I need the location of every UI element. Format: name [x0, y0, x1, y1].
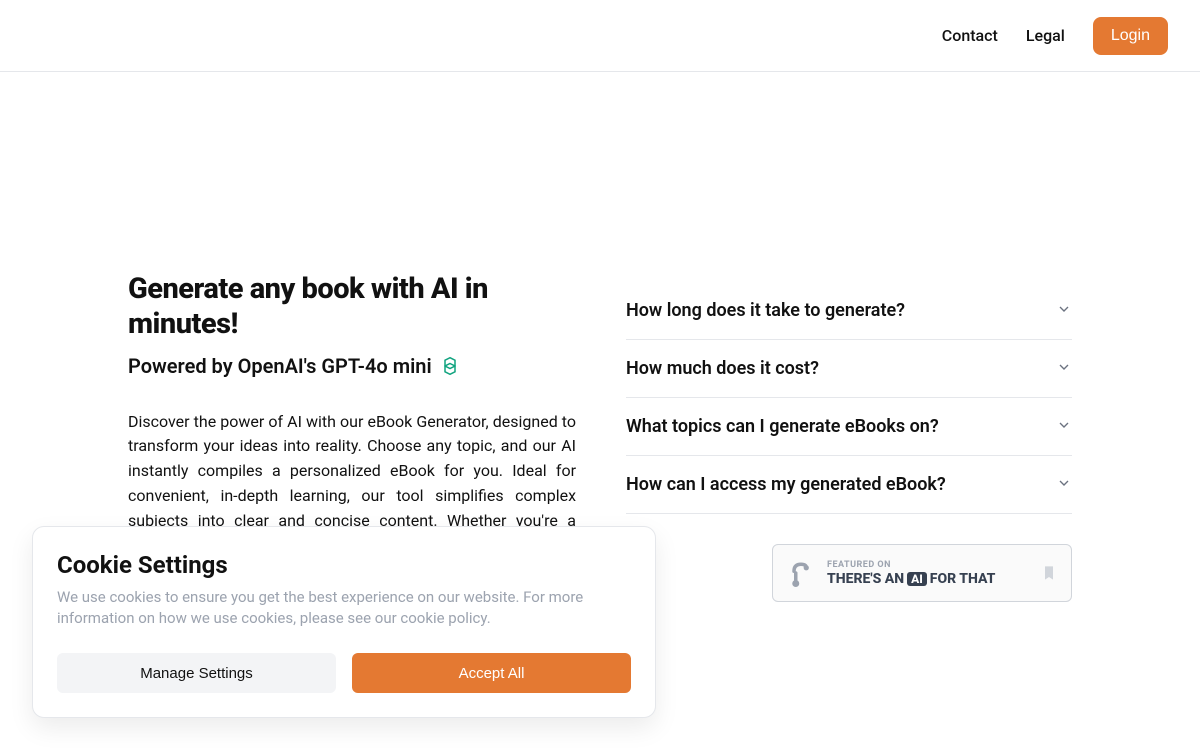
faq-item-1[interactable]: How much does it cost?: [626, 340, 1072, 398]
faq-item-0[interactable]: How long does it take to generate?: [626, 282, 1072, 340]
chevron-down-icon: [1056, 359, 1072, 379]
bookmark-icon: [1041, 563, 1057, 583]
nav-contact[interactable]: Contact: [942, 26, 998, 45]
featured-ai-box: AI: [907, 572, 927, 586]
cookie-title: Cookie Settings: [57, 551, 631, 579]
faq-item-2[interactable]: What topics can I generate eBooks on?: [626, 398, 1072, 456]
cookie-buttons: Manage Settings Accept All: [57, 653, 631, 693]
faq-question: How long does it take to generate?: [626, 300, 905, 321]
faq-column: How long does it take to generate? How m…: [626, 272, 1072, 659]
featured-badge[interactable]: FEATURED ON THERE'S AN AI FOR THAT: [772, 544, 1072, 602]
cookie-settings-modal: Cookie Settings We use cookies to ensure…: [32, 526, 656, 718]
faq-question: How much does it cost?: [626, 358, 819, 379]
featured-prefix: THERE'S AN: [827, 571, 904, 587]
featured-top-label: FEATURED ON: [827, 560, 1029, 570]
hero-headline: Generate any book with AI in minutes!: [128, 272, 576, 342]
manage-settings-button[interactable]: Manage Settings: [57, 653, 336, 693]
accept-all-button[interactable]: Accept All: [352, 653, 631, 693]
faq-question: How can I access my generated eBook?: [626, 474, 946, 495]
featured-suffix: FOR THAT: [930, 571, 996, 587]
login-button[interactable]: Login: [1093, 17, 1168, 55]
hero-subhead: Powered by OpenAI's GPT-4o mini: [128, 354, 576, 378]
faq-question: What topics can I generate eBooks on?: [626, 416, 939, 437]
featured-text: FEATURED ON THERE'S AN AI FOR THAT: [827, 560, 1029, 587]
top-navigation: Contact Legal Login: [0, 0, 1200, 72]
openai-icon: [440, 356, 460, 376]
chevron-down-icon: [1056, 301, 1072, 321]
chevron-down-icon: [1056, 417, 1072, 437]
featured-bottom-label: THERE'S AN AI FOR THAT: [827, 571, 1029, 587]
nav-legal[interactable]: Legal: [1026, 26, 1065, 45]
subhead-text: Powered by OpenAI's GPT-4o mini: [128, 354, 432, 378]
robot-arm-icon: [787, 559, 815, 587]
chevron-down-icon: [1056, 475, 1072, 495]
cookie-description: We use cookies to ensure you get the bes…: [57, 587, 631, 629]
faq-item-3[interactable]: How can I access my generated eBook?: [626, 456, 1072, 514]
nav-links: Contact Legal Login: [942, 17, 1168, 55]
